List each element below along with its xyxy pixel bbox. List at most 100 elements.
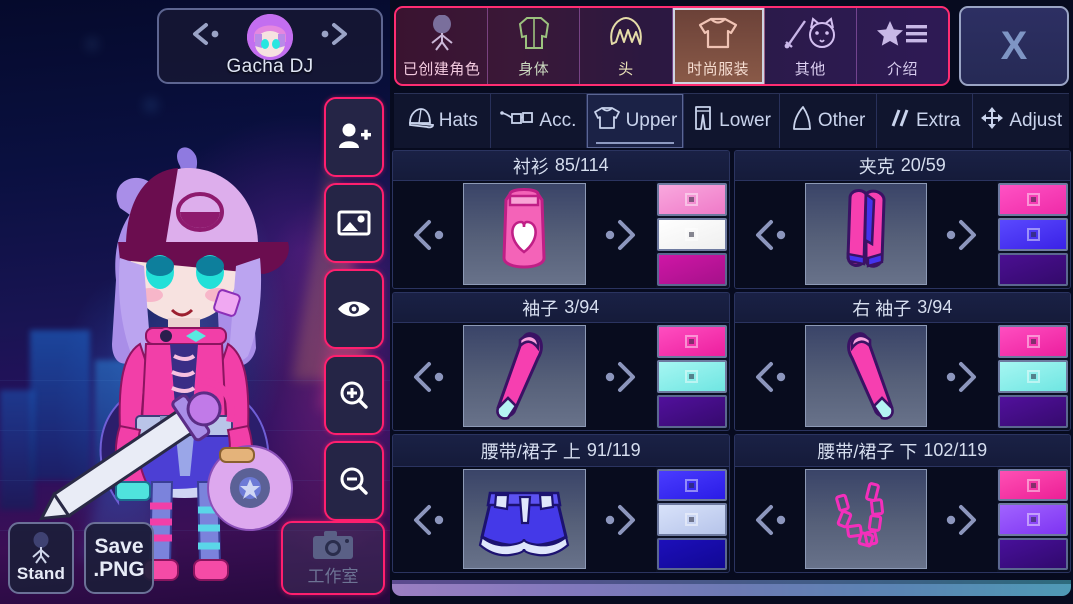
subtab-adjust[interactable]: Adjust — [973, 94, 1069, 148]
tab-other[interactable]: 其他 — [765, 8, 857, 84]
item-stage — [734, 181, 997, 288]
person-add-icon — [339, 123, 371, 148]
background-decoration — [146, 100, 156, 110]
item-title-row: 衬衫 85/114 — [393, 151, 729, 181]
next-item-button[interactable] — [927, 467, 997, 572]
color-swatch-3[interactable] — [656, 253, 727, 286]
zoom-out-button[interactable] — [324, 441, 384, 521]
item-preview-sleeve-right[interactable] — [804, 325, 927, 427]
swatch-column — [656, 467, 729, 572]
prev-item-button[interactable] — [393, 181, 463, 288]
tab-body[interactable]: 身体 — [488, 8, 581, 84]
prev-item-button[interactable] — [735, 467, 805, 572]
item-stage — [393, 323, 656, 430]
add-character-button[interactable] — [324, 97, 384, 177]
next-item-button[interactable] — [586, 323, 656, 430]
color-swatch-3[interactable] — [656, 537, 727, 570]
item-body — [393, 181, 729, 288]
close-button[interactable]: X — [959, 6, 1069, 86]
item-name: 腰带/裙子 上 — [480, 441, 581, 462]
color-swatch-2[interactable] — [998, 503, 1068, 536]
background-decoration — [88, 40, 96, 48]
item-grid: 衬衫 85/114 夹克 20/59 袖子 3/94 右 袖子 3/94 腰带/… — [392, 150, 1071, 573]
item-preview-sleeve-left[interactable] — [463, 325, 586, 427]
item-preview-chain-belt[interactable] — [804, 469, 927, 569]
color-swatch-1[interactable] — [998, 325, 1068, 358]
zoom-in-button[interactable] — [324, 355, 384, 435]
tab-intro[interactable]: 介绍 — [857, 8, 948, 84]
item-count: 102/119 — [923, 440, 988, 460]
prev-character-button[interactable] — [187, 18, 223, 50]
subtab-accessories[interactable]: Acc. — [491, 94, 588, 148]
tab-fashion-clothes[interactable]: 时尚服装 — [672, 8, 765, 84]
category-tab-bar: 已创建角色 身体 头 时尚服装 其他 介绍 — [394, 6, 950, 86]
save-label-line2: .PNG — [93, 558, 145, 581]
item-preview-skirt[interactable] — [463, 469, 586, 569]
next-item-button[interactable] — [586, 467, 656, 572]
zoom-in-icon — [340, 381, 368, 409]
tab-created-characters[interactable]: 已创建角色 — [396, 8, 489, 84]
eye-icon — [338, 301, 370, 317]
tshirt-icon — [697, 8, 739, 58]
next-character-button[interactable] — [317, 18, 353, 50]
next-item-button[interactable] — [586, 181, 656, 288]
subtab-label: Hats — [438, 110, 478, 131]
subtab-upper[interactable]: Upper — [587, 94, 684, 148]
horizontal-scrollbar[interactable] — [392, 580, 1071, 596]
next-item-button[interactable] — [927, 181, 997, 288]
pink-sleeve-right-icon — [846, 332, 894, 420]
studio-label: 工作室 — [307, 566, 359, 586]
prev-item-button[interactable] — [735, 323, 805, 430]
item-preview-jacket[interactable] — [804, 183, 927, 285]
item-count: 85/114 — [554, 155, 609, 175]
item-body — [393, 323, 729, 430]
character-selector[interactable]: Gacha DJ — [157, 8, 383, 84]
close-icon: X — [1000, 23, 1028, 68]
pink-sleeve-left-icon — [496, 332, 544, 420]
stand-button[interactable]: Stand — [8, 522, 74, 594]
tab-label: 身体 — [518, 61, 550, 78]
swatch-column — [997, 467, 1070, 572]
subtab-lower[interactable]: Lower — [684, 94, 781, 148]
color-swatch-3[interactable] — [998, 253, 1068, 286]
character-preview-panel[interactable]: Gacha DJ Stand Save .PNG 工作室 — [0, 0, 390, 604]
subtab-label: Other — [817, 110, 866, 131]
color-swatch-2[interactable] — [656, 218, 727, 251]
save-png-button[interactable]: Save .PNG — [84, 522, 154, 594]
tab-label: 头 — [618, 61, 634, 78]
prev-item-button[interactable] — [735, 181, 805, 288]
color-swatch-1[interactable] — [656, 469, 727, 502]
color-swatch-1[interactable] — [656, 325, 727, 358]
swatch-column — [997, 181, 1070, 288]
pink-chain-belt-icon — [834, 482, 884, 548]
subtab-other[interactable]: Other — [780, 94, 877, 148]
color-swatch-1[interactable] — [656, 183, 727, 216]
jacket-body-icon — [514, 8, 554, 58]
studio-button[interactable]: 工作室 — [281, 521, 385, 595]
item-title-row: 腰带/裙子 下 102/119 — [734, 435, 1070, 467]
color-swatch-2[interactable] — [998, 218, 1068, 251]
next-item-button[interactable] — [927, 323, 997, 430]
subtab-extra[interactable]: Extra — [877, 94, 974, 148]
subtab-hats[interactable]: Hats — [394, 94, 491, 148]
wardrobe-panel: 已创建角色 身体 头 时尚服装 其他 介绍 X Hats Acc. Upper … — [390, 0, 1073, 604]
color-swatch-3[interactable] — [998, 537, 1068, 570]
color-swatch-3[interactable] — [998, 395, 1068, 428]
prev-item-button[interactable] — [393, 467, 463, 572]
color-swatch-3[interactable] — [656, 395, 727, 428]
color-swatch-2[interactable] — [656, 503, 727, 536]
gacha-character-editor: Gacha DJ Stand Save .PNG 工作室 已创建角色 身体 头 … — [0, 0, 1073, 604]
color-swatch-2[interactable] — [998, 360, 1068, 393]
prev-item-button[interactable] — [393, 323, 463, 430]
preview-eye-button[interactable] — [324, 269, 384, 349]
color-swatch-1[interactable] — [998, 469, 1068, 502]
item-preview-shirt[interactable] — [463, 183, 586, 285]
pink-tank-top-heart-icon — [502, 188, 546, 269]
tab-head[interactable]: 头 — [580, 8, 673, 84]
color-swatch-2[interactable] — [656, 360, 727, 393]
swatch-marker — [685, 512, 698, 526]
standing-figure-icon — [32, 532, 50, 564]
color-swatch-1[interactable] — [998, 183, 1068, 216]
background-button[interactable] — [324, 183, 384, 263]
character-avatar-art[interactable] — [20, 130, 330, 590]
